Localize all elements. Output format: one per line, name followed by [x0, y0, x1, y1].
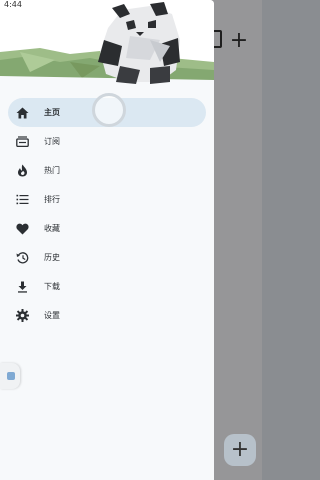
status-time: 4:44: [4, 0, 22, 9]
gear-icon: [14, 308, 30, 324]
menu-item-history[interactable]: 历史: [8, 243, 206, 272]
subscription-icon: [14, 134, 30, 150]
menu-item-settings[interactable]: 设置: [8, 301, 206, 330]
history-icon: [14, 250, 30, 266]
menu-item-download[interactable]: 下载: [8, 272, 206, 301]
side-tab-icon: [7, 372, 15, 380]
menu-item-label: 历史: [44, 253, 60, 262]
menu-item-label: 设置: [44, 311, 60, 320]
download-icon: [14, 279, 30, 295]
menu-item-label: 收藏: [44, 224, 60, 233]
panda-header-illustration: [0, 0, 214, 95]
home-icon: [14, 105, 30, 121]
menu-item-ranking[interactable]: 排行: [8, 185, 206, 214]
menu-item-hot[interactable]: 热门: [8, 156, 206, 185]
menu-item-label: 订阅: [44, 137, 60, 146]
menu-item-home[interactable]: 主页: [8, 93, 206, 127]
ranking-list-icon: [14, 192, 30, 208]
navigation-drawer: 4:44 ▾◢▮ 主页 订阅 热门 排行: [0, 0, 214, 480]
menu-item-label: 排行: [44, 195, 60, 204]
heart-icon: [14, 221, 30, 237]
floating-side-tab[interactable]: [0, 363, 20, 389]
fire-icon: [14, 163, 30, 179]
drawer-menu: 主页 订阅 热门 排行 收藏 历史 下载 设置: [0, 93, 214, 330]
menu-item-favorites[interactable]: 收藏: [8, 214, 206, 243]
touch-ripple: [92, 93, 126, 127]
drawer-header-image: [0, 0, 214, 95]
menu-item-subscription[interactable]: 订阅: [8, 127, 206, 156]
menu-item-label: 下载: [44, 282, 60, 291]
add-fab-button[interactable]: +: [224, 434, 256, 466]
menu-item-label: 热门: [44, 166, 60, 175]
menu-item-label: 主页: [44, 108, 60, 117]
